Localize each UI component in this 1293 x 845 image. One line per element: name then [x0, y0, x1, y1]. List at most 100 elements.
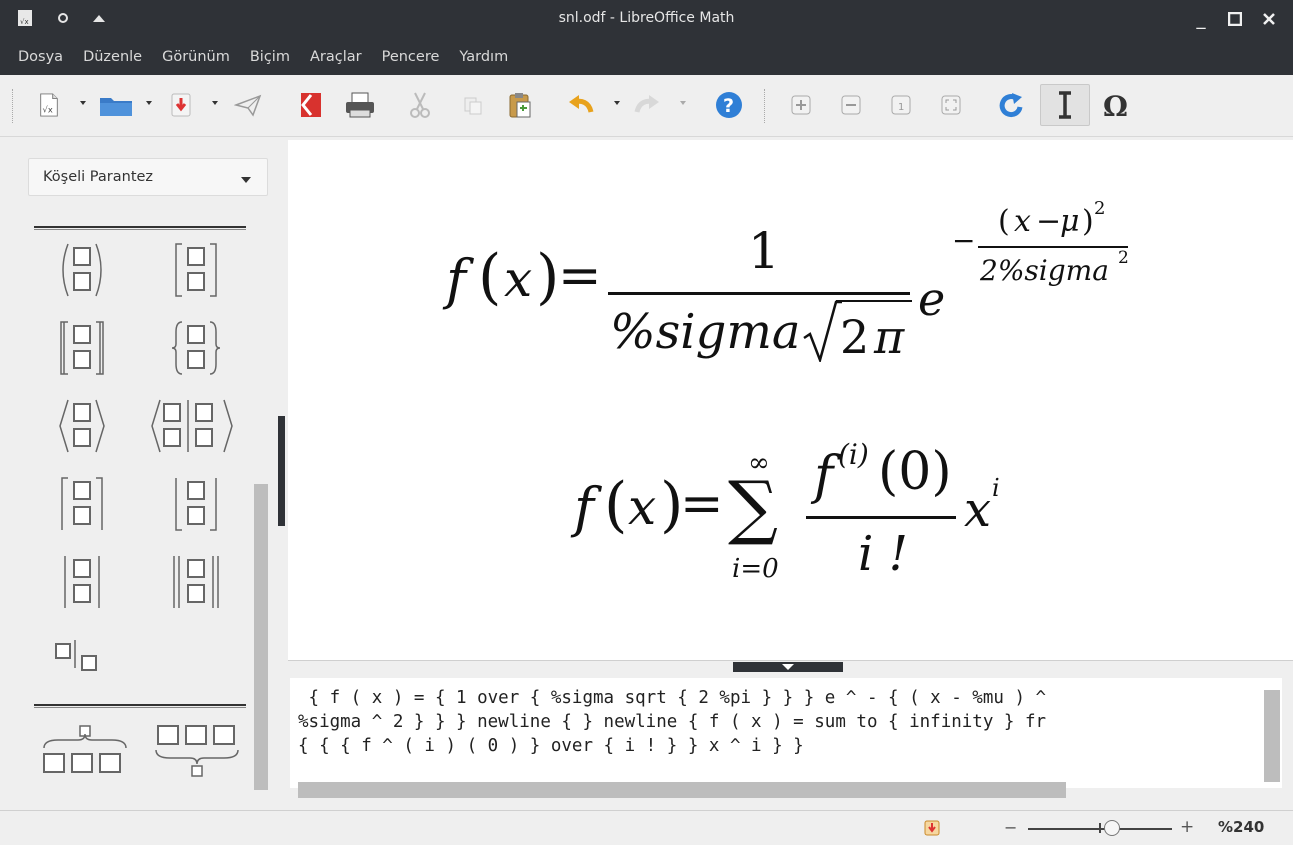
norm-element-icon[interactable] [162, 552, 232, 612]
print-button[interactable] [342, 89, 378, 121]
f2-equals: = [680, 474, 724, 534]
operator-brackets-element-icon[interactable] [148, 396, 244, 456]
f1-exp-close-paren: ) [1082, 204, 1094, 239]
menu-edit[interactable]: Düzenle [83, 49, 142, 65]
symbols-button[interactable]: Ω [1096, 89, 1136, 121]
formula-view[interactable]: f ( x ) = 1 %sigma 2 π e − ( x − μ ) 2 2… [288, 140, 1293, 660]
f2-x-term: x [964, 482, 992, 538]
zoom-out-button[interactable] [836, 89, 866, 121]
toolbar-separator [764, 89, 766, 123]
ceiling-element-icon[interactable] [48, 474, 118, 534]
show-all-icon [941, 95, 961, 115]
f2-denominator: i ! [858, 526, 908, 582]
symbols-icon: Ω [1103, 90, 1128, 120]
f1-equals: = [558, 246, 602, 306]
update-button[interactable] [996, 89, 1028, 121]
close-button[interactable] [1256, 6, 1282, 32]
sidebar-collapse-handle[interactable] [278, 416, 285, 526]
f1-open-paren: ( [478, 242, 502, 312]
zoom-100-icon: 1 [891, 95, 911, 115]
zoom-slider-knob[interactable] [1104, 820, 1120, 836]
zoom-100-button[interactable]: 1 [886, 89, 916, 121]
send-button[interactable] [232, 89, 264, 121]
zoom-level[interactable]: %240 [1218, 818, 1264, 836]
category-dropdown[interactable]: Köşeli Parantez [28, 158, 268, 196]
square-brackets-element-icon[interactable] [162, 240, 232, 300]
f1-sqrt-bar [836, 300, 912, 302]
f1-variable-x: x [504, 250, 533, 308]
paste-icon [509, 93, 531, 118]
document-modified-icon[interactable] [924, 820, 940, 836]
cut-icon [410, 92, 430, 118]
status-bar: − + %240 [0, 810, 1293, 845]
braces-element-icon[interactable] [162, 318, 232, 378]
libreoffice-math-window: √x snl.odf - LibreOffice Math _ Dosya Dü… [0, 0, 1293, 845]
elements-panel-scrollbar[interactable] [254, 484, 268, 790]
f1-sqrt-pi: π [874, 310, 905, 364]
f1-numerator: 1 [748, 222, 780, 280]
update-icon [999, 93, 1023, 118]
window-title: snl.odf - LibreOffice Math [558, 10, 735, 26]
menu-format[interactable]: Biçim [250, 49, 290, 65]
elements-panel: Köşeli Parantez [8, 140, 278, 802]
minimize-button[interactable]: _ [1188, 6, 1214, 32]
undo-button[interactable] [562, 89, 600, 121]
zoom-in-button[interactable] [786, 89, 816, 121]
underbrace-element-icon[interactable] [152, 720, 248, 780]
open-dropdown-icon[interactable] [146, 101, 152, 105]
maximize-button[interactable] [1222, 6, 1248, 32]
menu-tools[interactable]: Araçlar [310, 49, 362, 65]
paste-button[interactable] [504, 89, 536, 121]
editor-vertical-scrollbar[interactable] [1264, 690, 1280, 782]
redo-dropdown-icon[interactable] [680, 101, 686, 105]
standard-toolbar: √x ? 1 Ω [0, 75, 1293, 137]
help-icon: ? [716, 92, 742, 118]
overbrace-element-icon[interactable] [38, 720, 134, 780]
f1-exp-open-paren: ( [998, 204, 1010, 239]
editor-horizontal-scrollbar[interactable] [298, 782, 1066, 798]
redo-button[interactable] [630, 89, 666, 121]
open-folder-icon [100, 98, 132, 116]
menu-window[interactable]: Pencere [382, 49, 440, 65]
splitter-handle[interactable] [733, 662, 843, 672]
save-icon [171, 93, 191, 117]
new-dropdown-icon[interactable] [80, 101, 86, 105]
new-formula-icon: √x [40, 93, 58, 117]
toolbar-grip[interactable] [12, 89, 14, 123]
copy-button[interactable] [458, 89, 488, 121]
undo-dropdown-icon[interactable] [614, 101, 620, 105]
save-button[interactable] [166, 89, 196, 121]
f1-fraction-bar [608, 292, 910, 295]
export-pdf-icon [301, 93, 321, 117]
show-all-button[interactable] [936, 89, 966, 121]
zoom-in-control[interactable]: + [1180, 817, 1194, 837]
menu-file[interactable]: Dosya [18, 49, 63, 65]
round-brackets-element-icon[interactable] [48, 240, 118, 300]
print-icon [346, 92, 374, 118]
open-button[interactable] [96, 89, 136, 121]
cut-button[interactable] [404, 89, 436, 121]
angle-brackets-element-icon[interactable] [48, 396, 118, 456]
f1-close-paren: ) [536, 242, 560, 312]
export-pdf-button[interactable] [296, 89, 326, 121]
send-icon [234, 94, 262, 117]
help-button[interactable]: ? [712, 89, 746, 121]
save-dropdown-icon[interactable] [212, 101, 218, 105]
abs-element-icon[interactable] [48, 552, 118, 612]
view-editor-splitter[interactable] [288, 660, 1293, 672]
formula-cursor-button[interactable] [1040, 84, 1090, 126]
floor-element-icon[interactable] [162, 474, 232, 534]
double-square-brackets-element-icon[interactable] [48, 318, 118, 378]
zoom-out-icon [841, 95, 861, 115]
f1-sqrt-two: 2 [840, 310, 870, 364]
f1-exp-base: e [918, 272, 946, 326]
category-dropdown-value: Köşeli Parantez [43, 169, 154, 185]
zoom-out-control[interactable]: − [1004, 818, 1017, 837]
editor-line-1: { f ( x ) = { 1 over { %sigma sqrt { 2 %… [298, 688, 1047, 708]
menu-help[interactable]: Yardım [459, 49, 508, 65]
evaluate-element-icon[interactable] [48, 630, 118, 690]
formula-command-editor[interactable]: { f ( x ) = { 1 over { %sigma sqrt { 2 %… [290, 678, 1282, 788]
new-formula-button[interactable]: √x [34, 89, 64, 121]
f2-sum-symbol: ∑ [728, 466, 778, 548]
menu-view[interactable]: Görünüm [162, 49, 230, 65]
